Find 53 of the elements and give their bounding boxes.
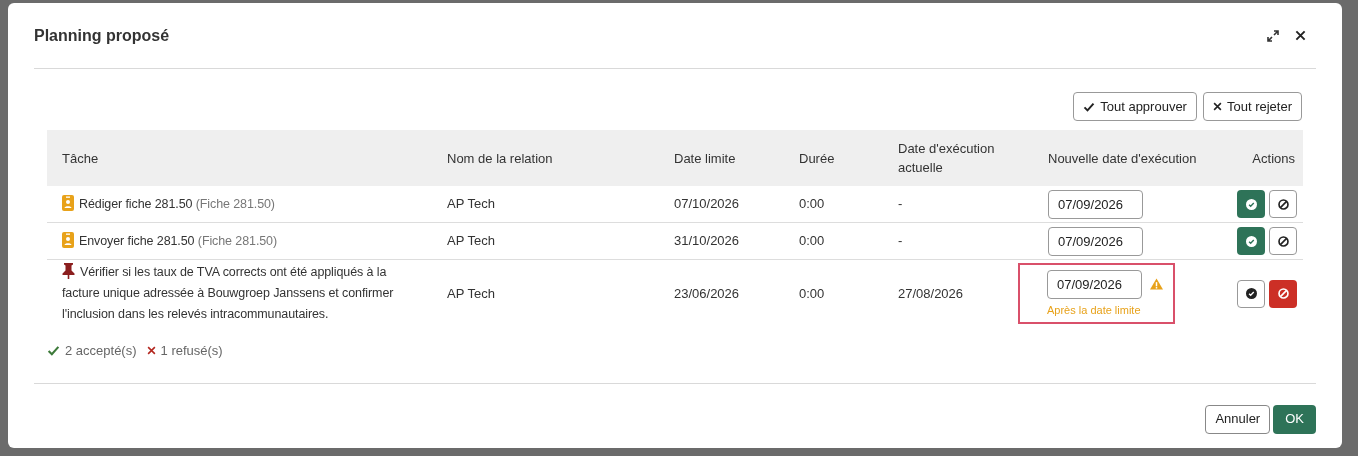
circle-check-icon: [1245, 198, 1257, 210]
approve-all-button[interactable]: Tout approuver: [1073, 92, 1197, 121]
approve-button[interactable]: [1237, 279, 1265, 308]
close-icon: [1212, 102, 1222, 111]
table-cell: 0:00: [799, 233, 825, 249]
reject-button[interactable]: [1269, 190, 1297, 218]
task-name: Rédiger fiche 281.50 (Fiche 281.50): [62, 196, 275, 211]
table-cell: -: [898, 196, 903, 212]
column-header: Nouvelle date d'exécution: [1048, 149, 1197, 168]
column-header: Tâche: [62, 149, 99, 168]
table-cell: 27/08/2026: [898, 285, 964, 301]
id-badge-icon: [62, 194, 74, 211]
table-cell: AP Tech: [447, 233, 495, 249]
cancel-button[interactable]: Annuler: [1205, 404, 1271, 434]
table-cell: 23/06/2026: [674, 285, 740, 301]
date-input[interactable]: 07/09/2026: [1047, 269, 1142, 299]
table-cell: 0:00: [799, 196, 825, 212]
reject-all-button[interactable]: Tout rejeter: [1202, 92, 1302, 121]
check-icon: [47, 344, 60, 358]
rejected-count: 1 refusé(s): [160, 342, 223, 360]
table-cell: 07/10/2026: [674, 196, 740, 212]
close-button[interactable]: [1295, 30, 1306, 41]
circle-check-icon: [1245, 235, 1257, 247]
pushpin-icon: [62, 263, 75, 279]
column-header: Date d'exécution actuelle: [898, 140, 996, 177]
task-name: Envoyer fiche 281.50 (Fiche 281.50): [62, 233, 278, 248]
accepted-count: 2 accepté(s): [65, 342, 137, 360]
ban-icon: [1277, 198, 1289, 210]
date-input[interactable]: 07/09/2026: [1048, 189, 1143, 219]
column-header: Durée: [799, 149, 835, 168]
date-input[interactable]: 07/09/2026: [1048, 226, 1143, 256]
column-header: Actions: [1252, 149, 1295, 168]
check-icon: [1083, 100, 1096, 113]
task-name: Vérifier si les taux de TVA corrects ont été appliqués à la facture unique adressée à Bouwgroep Janssens et confirmer l'inclusion dans les relevés intracommunautaires.: [62, 265, 394, 321]
table-cell: 31/10/2026: [674, 233, 740, 249]
dialog-title: Planning proposé: [34, 25, 170, 46]
column-header: Date limite: [674, 149, 736, 168]
table-cell: 0:00: [799, 285, 825, 301]
expand-icon[interactable]: [1267, 29, 1279, 42]
close-icon: [146, 346, 156, 356]
reject-button[interactable]: [1269, 227, 1297, 255]
ban-icon: [1277, 288, 1289, 299]
table-cell: -: [898, 233, 903, 249]
ban-icon: [1277, 235, 1289, 247]
close-icon: [1295, 30, 1306, 41]
table-cell: AP Tech: [447, 196, 495, 212]
ok-button[interactable]: OK: [1273, 404, 1316, 434]
id-badge-icon: [62, 231, 74, 248]
warning-icon: [1150, 278, 1163, 291]
table-cell: AP Tech: [447, 285, 495, 301]
circle-check-icon: [1245, 288, 1257, 299]
warning-text: Après la date limite: [1047, 302, 1142, 318]
column-header: Nom de la relation: [447, 149, 553, 168]
